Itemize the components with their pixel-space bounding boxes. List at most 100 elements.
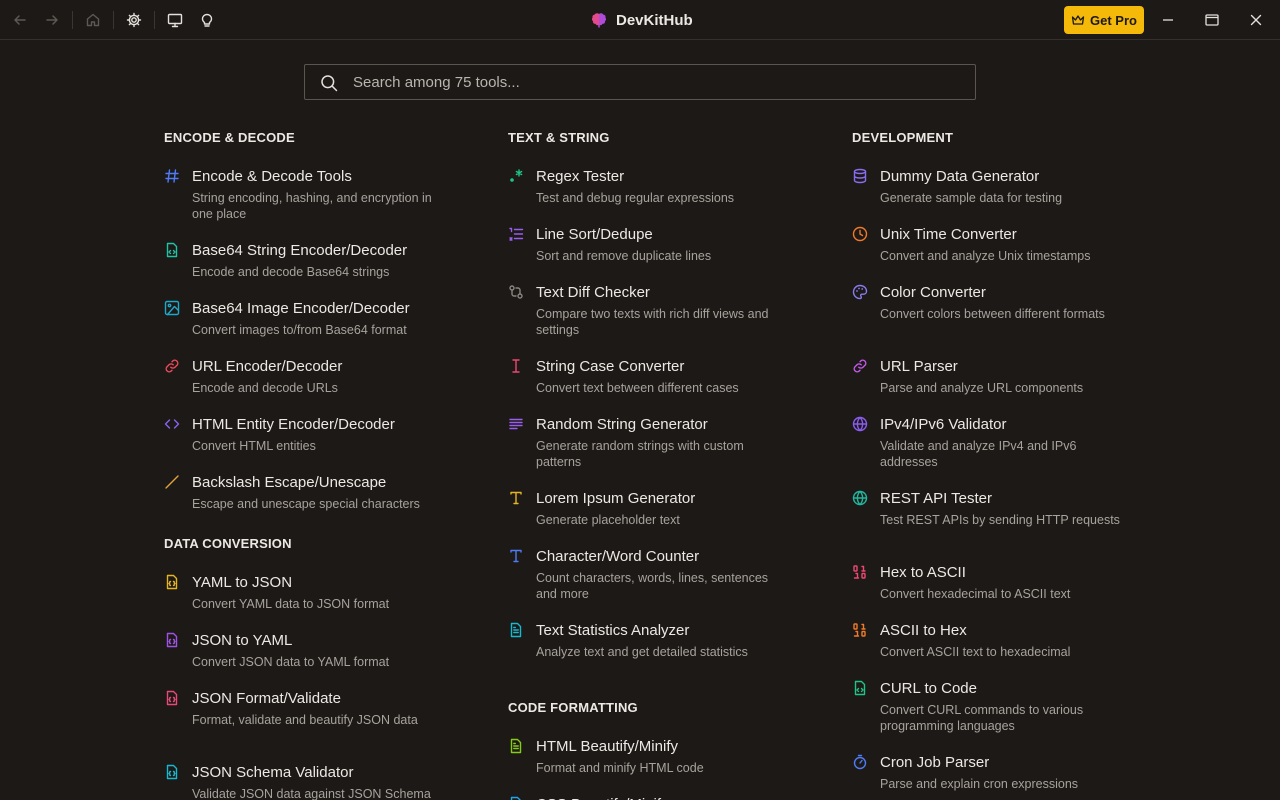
- tool-description: Compare two texts with rich diff views a…: [536, 307, 769, 337]
- monitor-icon: [167, 13, 183, 28]
- tool-name: HTML Entity Encoder/Decoder: [192, 416, 395, 433]
- type-icon: [508, 490, 524, 506]
- tool-name: CURL to Code: [880, 680, 977, 697]
- maximize-icon: [1205, 14, 1219, 26]
- lightbulb-icon: [201, 13, 213, 27]
- file-json-icon: [164, 690, 180, 706]
- category-title: DEVELOPMENT: [852, 130, 954, 145]
- tool-name: Character/Word Counter: [536, 548, 700, 565]
- file-json-icon: [164, 574, 180, 590]
- tool-name: HTML Beautify/Minify: [536, 738, 678, 755]
- link-icon: [164, 358, 180, 374]
- file-text-icon: [508, 622, 524, 638]
- image-icon: [164, 300, 180, 316]
- tool-name: JSON Format/Validate: [192, 690, 341, 707]
- tool-name: Base64 Image Encoder/Decoder: [192, 300, 410, 317]
- back-button[interactable]: [8, 8, 32, 32]
- tool-description: Test REST APIs by sending HTTP requests: [880, 513, 1120, 527]
- close-icon: [1250, 14, 1262, 26]
- tool-name: Backslash Escape/Unescape: [192, 474, 387, 491]
- binary-icon: [852, 622, 868, 638]
- tool-description: Convert images to/from Base64 format: [192, 323, 407, 337]
- file-code-icon: [164, 242, 180, 258]
- tool-description: Convert and analyze Unix timestamps: [880, 249, 1091, 263]
- tool-name: Line Sort/Dedupe: [536, 226, 653, 243]
- palette-icon: [852, 284, 868, 300]
- search-box: [304, 64, 976, 100]
- maximize-button[interactable]: [1200, 8, 1224, 32]
- minimize-button[interactable]: [1156, 8, 1180, 32]
- tool-description: Generate sample data for testing: [880, 191, 1063, 205]
- slash-icon: [164, 474, 180, 490]
- divider: [154, 11, 155, 29]
- git-compare-icon: [508, 284, 524, 300]
- tool-description: Parse and explain cron expressions: [880, 777, 1079, 791]
- settings-button[interactable]: [122, 8, 146, 32]
- category-title: DATA CONVERSION: [164, 536, 292, 551]
- get-pro-button[interactable]: Get Pro: [1064, 6, 1144, 34]
- tool-description: Convert CURL commands to various program…: [880, 703, 1084, 733]
- forward-button[interactable]: [40, 8, 64, 32]
- tool-description: Convert HTML entities: [192, 439, 316, 453]
- link-icon: [852, 358, 868, 374]
- tool-name: ASCII to Hex: [880, 622, 967, 639]
- code-icon: [164, 416, 180, 432]
- arrow-left-icon: [14, 15, 26, 25]
- tool-description: Count characters, words, lines, sentence…: [536, 571, 769, 601]
- tool-name: Base64 String Encoder/Decoder: [192, 242, 408, 259]
- tool-name: Encode & Decode Tools: [192, 168, 352, 185]
- align-left-icon: [508, 416, 524, 432]
- regex-icon: [508, 168, 524, 184]
- timer-icon: [852, 754, 868, 770]
- tool-description: Format and minify HTML code: [536, 761, 704, 775]
- minimize-icon: [1163, 19, 1173, 21]
- get-pro-label: Get Pro: [1090, 12, 1137, 28]
- tool-name: Unix Time Converter: [880, 226, 1017, 243]
- close-button[interactable]: [1244, 8, 1268, 32]
- database-icon: [852, 168, 868, 184]
- binary-icon: [852, 564, 868, 580]
- globe-icon: [852, 416, 868, 432]
- tool-description: Convert colors between different formats: [880, 307, 1105, 321]
- title-bar: DevKitHub Get Pro: [0, 0, 1280, 40]
- arrow-right-icon: [46, 15, 58, 25]
- tool-name: Text Diff Checker: [536, 284, 650, 301]
- type-icon: [508, 548, 524, 564]
- tool-description: Convert hexadecimal to ASCII text: [880, 587, 1071, 601]
- tool-name: URL Parser: [880, 358, 958, 375]
- tool-name: YAML to JSON: [192, 574, 293, 591]
- tool-name: Cron Job Parser: [880, 754, 990, 771]
- divider: [72, 11, 73, 29]
- category-title: CODE FORMATTING: [508, 700, 638, 715]
- file-code-icon: [852, 680, 868, 696]
- file-json-icon: [164, 764, 180, 780]
- tool-name: REST API Tester: [880, 490, 992, 507]
- tool-description: Convert JSON data to YAML format: [192, 655, 390, 669]
- tool-name: Hex to ASCII: [880, 564, 966, 581]
- home-icon: [86, 13, 100, 27]
- tool-name: Text Statistics Analyzer: [536, 622, 690, 639]
- home-button[interactable]: [81, 8, 105, 32]
- display-button[interactable]: [163, 8, 187, 32]
- app-title-text: DevKitHub: [616, 11, 693, 29]
- tool-name: Regex Tester: [536, 168, 625, 185]
- tool-name: Dummy Data Generator: [880, 168, 1040, 185]
- tool-description: Test and debug regular expressions: [536, 191, 735, 205]
- tool-description: Sort and remove duplicate lines: [536, 249, 712, 263]
- search-input[interactable]: [353, 65, 963, 99]
- theme-button[interactable]: [195, 8, 219, 32]
- tool-name: Random String Generator: [536, 416, 708, 433]
- tool-description: Validate JSON data against JSON Schema d…: [192, 787, 431, 800]
- globe-icon: [852, 490, 868, 506]
- tool-name: CSS Beautify/Minify: [536, 796, 669, 800]
- tool-description: Generate placeholder text: [536, 513, 680, 527]
- tool-name: IPv4/IPv6 Validator: [880, 416, 1007, 433]
- text-cursor-icon: [508, 358, 524, 374]
- tool-description: Encode and decode Base64 strings: [192, 265, 390, 279]
- file-text-icon: [508, 738, 524, 754]
- tool-name: JSON to YAML: [192, 632, 293, 649]
- file-json-icon: [164, 632, 180, 648]
- crown-icon: [1071, 15, 1085, 25]
- brain-icon: [591, 13, 607, 28]
- tool-name: String Case Converter: [536, 358, 685, 375]
